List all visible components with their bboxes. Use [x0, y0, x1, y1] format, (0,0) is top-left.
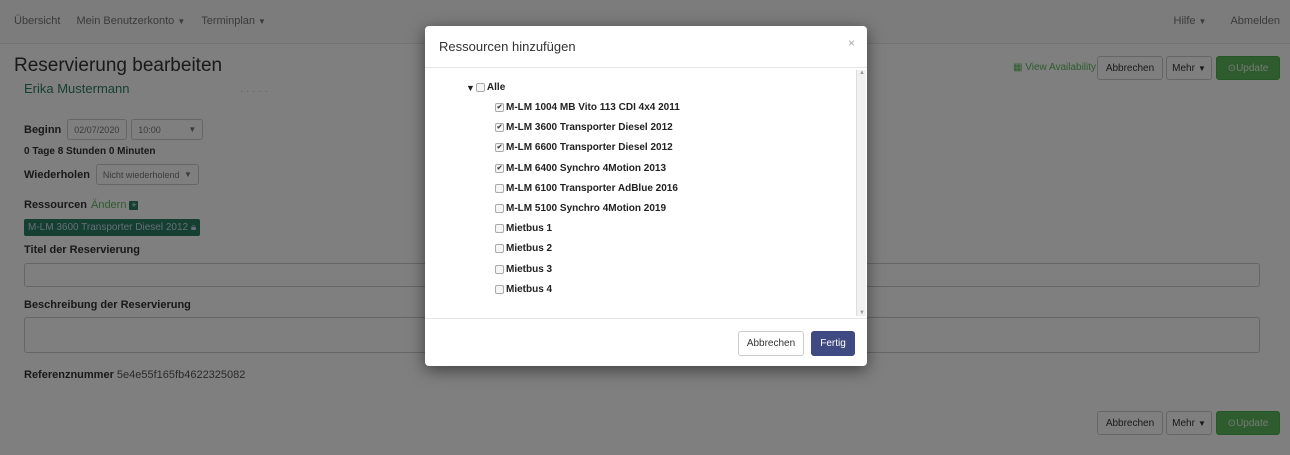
modal-header: Ressourcen hinzufügen ×	[425, 26, 867, 68]
resource-item[interactable]: ✔ M-LM 6400 Synchro 4Motion 2013	[495, 163, 666, 174]
modal-cancel-button[interactable]: Abbrechen	[738, 331, 804, 356]
resource-item[interactable]: ✔ M-LM 3600 Transporter Diesel 2012	[495, 122, 673, 133]
resource-checkbox[interactable]: ✔	[495, 143, 504, 153]
resource-label: M-LM 5100 Synchro 4Motion 2019	[506, 203, 667, 214]
resource-checkbox[interactable]	[495, 244, 504, 254]
modal-done-button[interactable]: Fertig	[811, 331, 855, 356]
resource-item[interactable]: M-LM 5100 Synchro 4Motion 2019	[495, 203, 666, 214]
resource-item[interactable]: ✔ M-LM 6600 Transporter Diesel 2012	[495, 142, 673, 153]
resource-label: M-LM 1004 MB Vito 113 CDI 4x4 2011	[506, 102, 680, 113]
resource-label: Mietbus 1	[506, 223, 553, 235]
resource-checkbox[interactable]: ✔	[495, 123, 504, 133]
resource-item[interactable]: M-LM 6100 Transporter AdBlue 2016	[495, 183, 678, 194]
modal-body: ▼ Alle ✔ M-LM 1004 MB Vito 113 CDI 4x4 20…	[425, 68, 867, 318]
tree-root-all[interactable]: ▼ Alle	[466, 82, 505, 93]
resource-checkbox[interactable]	[495, 204, 504, 213]
resource-checkbox[interactable]	[495, 284, 504, 294]
scroll-down-icon[interactable]: ▼	[859, 310, 865, 316]
resource-item[interactable]: Mietbus 1	[495, 223, 552, 234]
resource-checkbox[interactable]: ✔	[495, 163, 504, 173]
close-icon[interactable]: ×	[848, 36, 855, 50]
resource-checkbox[interactable]	[495, 224, 504, 234]
resource-checkbox[interactable]: ✔	[495, 103, 504, 112]
resource-label: M-LM 6600 Transporter Diesel 2012	[506, 142, 673, 154]
modal-title: Ressourcen hinzufügen	[439, 39, 576, 54]
scroll-up-icon[interactable]: ▲	[859, 70, 865, 76]
resource-label: M-LM 3600 Transporter Diesel 2012	[506, 122, 673, 134]
resource-label: Mietbus 3	[506, 263, 553, 275]
add-resources-modal: Ressourcen hinzufügen × ▼ Alle ✔ M-LM 100…	[425, 26, 867, 366]
resource-item[interactable]: Mietbus 3	[495, 264, 552, 275]
tree-root-label: Alle	[486, 82, 506, 93]
resource-item[interactable]: Mietbus 4	[495, 284, 552, 295]
triangle-down-icon[interactable]: ▼	[466, 83, 475, 93]
checkbox-all[interactable]	[475, 83, 485, 92]
resource-checkbox[interactable]	[495, 183, 504, 193]
resource-label: M-LM 6100 Transporter AdBlue 2016	[506, 182, 678, 194]
resource-item[interactable]: ✔ M-LM 1004 MB Vito 113 CDI 4x4 2011	[495, 102, 680, 113]
modal-scrollbar[interactable]: ▲ ▼	[856, 70, 866, 316]
resource-checkbox[interactable]	[495, 264, 504, 274]
resource-label: Mietbus 4	[506, 283, 553, 295]
resource-label: Mietbus 2	[506, 243, 553, 255]
resource-item[interactable]: Mietbus 2	[495, 243, 552, 254]
resource-label: M-LM 6400 Synchro 4Motion 2013	[506, 162, 667, 174]
page-root: Übersicht Mein Benutzerkonto▼ Terminplan…	[0, 0, 1290, 455]
modal-footer: Abbrechen Fertig	[425, 318, 867, 366]
